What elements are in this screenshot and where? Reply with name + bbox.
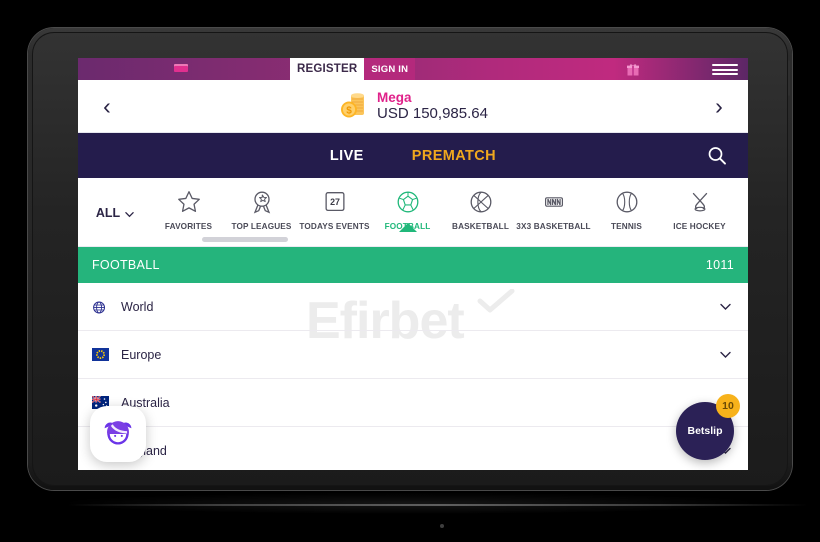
football-icon: [394, 187, 422, 217]
sport-tab-football[interactable]: FOOTBALL: [371, 178, 444, 232]
balance-bar: ‹ $ Mega USD 150,985.64 ›: [78, 80, 748, 133]
region-row-australia[interactable]: Australia: [78, 379, 748, 427]
search-icon[interactable]: [706, 145, 728, 167]
screenshot-root: REGISTER SIGN IN ‹ $ Mega USD 150,985.64…: [0, 0, 820, 542]
betslip-count-badge[interactable]: 10: [716, 394, 740, 418]
calendar-day-number: 27: [330, 197, 340, 207]
chat-avatar-icon: [104, 421, 132, 445]
tennis-ball-icon: [613, 187, 641, 217]
star-icon: [175, 187, 203, 217]
chevron-down-icon[interactable]: [719, 348, 732, 361]
sport-tab-ice-hockey[interactable]: ICE HOCKEY: [663, 178, 736, 231]
sport-tab-label: TENNIS: [611, 222, 642, 231]
region-list: Efirbet World Europe Australia: [78, 283, 748, 470]
brand-logo-icon[interactable]: [174, 64, 188, 72]
sport-tab-3x3-basketball[interactable]: 3X3 BASKETBALL: [516, 178, 591, 231]
basketball-icon: [467, 187, 495, 217]
device-bottom-edge: [68, 504, 808, 506]
coin-stack-icon: $: [338, 91, 368, 121]
region-row-europe[interactable]: Europe: [78, 331, 748, 379]
betslip-label: Betslip: [687, 425, 723, 437]
sport-tab-label: 3X3 BASKETBALL: [516, 222, 591, 231]
chevron-down-icon: [125, 208, 134, 218]
sport-tab-label: TODAYS EVENTS: [299, 222, 370, 231]
ice-hockey-icon: [686, 187, 714, 217]
sports-tab-strip: ALL FAVORITES TOP LEAGUES 27 TODAYS EVEN…: [78, 178, 748, 247]
all-sports-dropdown[interactable]: ALL: [78, 178, 152, 247]
device-shadow: [60, 492, 760, 514]
sport-tab-label: ICE HOCKEY: [673, 222, 726, 231]
active-sport-indicator: [398, 223, 417, 232]
sport-section-title: FOOTBALL: [92, 258, 160, 272]
sport-section-header[interactable]: FOOTBALL 1011: [78, 247, 748, 283]
app-screen: REGISTER SIGN IN ‹ $ Mega USD 150,985.64…: [78, 58, 748, 470]
sign-in-button[interactable]: SIGN IN: [364, 58, 416, 80]
sport-tab-basketball[interactable]: BASKETBALL: [444, 178, 517, 231]
home-indicator: [440, 524, 444, 528]
sport-tab-top-leagues[interactable]: TOP LEAGUES: [225, 178, 298, 231]
sport-tab-favorites[interactable]: FAVORITES: [152, 178, 225, 231]
auth-tabs: REGISTER SIGN IN: [290, 58, 416, 80]
region-name: Europe: [121, 347, 162, 362]
region-row-england[interactable]: England: [78, 427, 748, 470]
tab-live[interactable]: LIVE: [330, 148, 364, 164]
sport-tab-label: TOP LEAGUES: [231, 222, 292, 231]
chat-widget-button[interactable]: [90, 406, 146, 462]
gift-icon[interactable]: [627, 63, 639, 76]
balance-amount: USD 150,985.64: [377, 105, 488, 123]
sport-event-count: 1011: [705, 258, 734, 272]
sport-tab-todays-events[interactable]: 27 TODAYS EVENTS: [298, 178, 371, 231]
chevron-right-icon[interactable]: ›: [696, 80, 742, 132]
sport-tab-tennis[interactable]: TENNIS: [590, 178, 663, 231]
chevron-down-icon[interactable]: [719, 300, 732, 313]
register-button[interactable]: REGISTER: [290, 58, 365, 80]
sports-scrollbar[interactable]: [202, 237, 288, 242]
sport-tab-label: FAVORITES: [164, 222, 213, 231]
chevron-left-icon[interactable]: ‹: [84, 80, 130, 132]
account-name: Mega: [377, 89, 412, 105]
award-rosette-icon: [248, 187, 276, 217]
all-sports-label: ALL: [95, 205, 121, 220]
tab-prematch[interactable]: PREMATCH: [412, 148, 496, 164]
sport-tab-label: BASKETBALL: [452, 222, 509, 231]
device-side-button: [788, 60, 790, 96]
european-union-flag: [92, 348, 109, 361]
mode-nav-bar: LIVE PREMATCH: [78, 133, 748, 178]
top-account-bar: REGISTER SIGN IN: [78, 58, 748, 80]
region-name: World: [121, 299, 154, 314]
region-row-world[interactable]: World: [78, 283, 748, 331]
svg-text:$: $: [346, 105, 352, 116]
3x3-basketball-icon: [540, 187, 568, 217]
globe-icon: [92, 300, 109, 314]
balance-text: Mega USD 150,985.64: [377, 90, 488, 123]
hamburger-menu-icon[interactable]: [712, 64, 738, 75]
account-balance[interactable]: $ Mega USD 150,985.64: [338, 90, 488, 123]
calendar-icon: 27: [321, 187, 349, 217]
